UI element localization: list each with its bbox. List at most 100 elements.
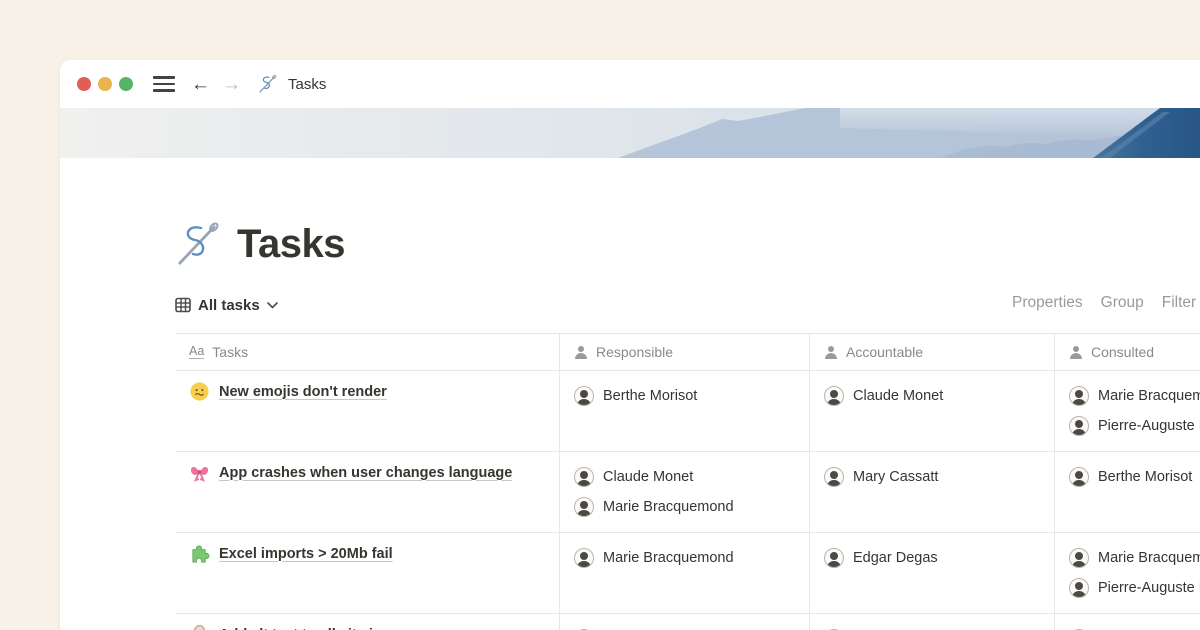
task-cell: Excel imports > 20Mb fail [175,533,560,613]
column-label: Accountable [846,344,923,360]
task-page-link[interactable]: App crashes when user changes language [189,462,551,483]
accountable-cell[interactable]: Mary Cassatt [810,452,1055,532]
minimize-window-icon[interactable] [98,77,112,91]
avatar [1069,578,1089,598]
person-chip[interactable]: Pierre-Auguste Renoir [1069,411,1200,441]
consulted-cell[interactable]: Berthe Morisot [1055,614,1200,630]
consulted-cell[interactable]: Marie Bracquemond Pierre-Auguste Renoir [1055,371,1200,451]
person-chip[interactable]: Mary Cassatt [824,462,1046,492]
responsible-cell[interactable]: Pierre-Auguste Renoir [560,614,810,630]
person-name: Pierre-Auguste Renoir [1098,580,1200,596]
consulted-cell[interactable]: Marie Bracquemond Pierre-Auguste Renoir [1055,533,1200,613]
table-row: Excel imports > 20Mb fail Marie Bracquem… [175,533,1200,614]
avatar [574,548,594,568]
page-cover-image[interactable] [60,108,1200,158]
text-property-icon: Aa [189,345,204,360]
column-header-consulted[interactable]: Consulted [1055,334,1200,370]
person-name: Marie Bracquemond [1098,550,1200,566]
person-name: Marie Bracquemond [603,499,734,515]
person-chip[interactable]: Marie Bracquemond [574,543,801,573]
person-chip[interactable]: Marie Bracquemond [1069,543,1200,573]
page-header: Tasks [175,220,1200,268]
tab-title[interactable]: Tasks [288,76,326,93]
app-window: ← → Tasks [60,60,1200,630]
responsible-cell[interactable]: Berthe Morisot [560,371,810,451]
avatar [574,497,594,517]
responsible-cell[interactable]: Marie Bracquemond [560,533,810,613]
person-name: Marie Bracquemond [603,550,734,566]
column-header-responsible[interactable]: Responsible [560,334,810,370]
table-header-row: Aa Tasks Responsible Accountable Consult… [175,333,1200,371]
column-label: Consulted [1091,344,1154,360]
task-title: New emojis don't render [219,384,387,400]
task-page-link[interactable]: Excel imports > 20Mb fail [189,543,551,564]
zoom-window-icon[interactable] [119,77,133,91]
view-bar: All tasks Properties Group Filter [175,290,1200,320]
avatar [1069,416,1089,436]
column-header-accountable[interactable]: Accountable [810,334,1055,370]
person-property-icon [574,346,588,359]
view-switcher[interactable]: All tasks [175,297,278,314]
filter-button[interactable]: Filter [1162,294,1196,312]
avatar [1069,467,1089,487]
table-row: App crashes when user changes language C… [175,452,1200,533]
mirror-emoji [189,624,210,630]
person-chip[interactable]: Edgar Degas [824,543,1046,573]
task-cell: New emojis don't render [175,371,560,451]
person-chip[interactable]: Pierre-Auguste Renoir [1069,573,1200,603]
person-chip[interactable]: Marie Bracquemond [1069,381,1200,411]
page-content: Tasks All tasks Properties Group [60,220,1200,630]
avatar [574,467,594,487]
forward-arrow-icon[interactable]: → [222,75,241,94]
accountable-cell[interactable]: Claude Monet [810,371,1055,451]
task-title: Excel imports > 20Mb fail [219,546,393,562]
person-property-icon [1069,346,1083,359]
person-property-icon [824,346,838,359]
avatar [824,386,844,406]
person-chip[interactable]: Marie Bracquemond [574,492,801,522]
back-arrow-icon[interactable]: ← [191,75,210,94]
column-header-tasks[interactable]: Aa Tasks [175,334,560,370]
column-label: Tasks [212,344,248,360]
melting-face-emoji [189,381,210,402]
table-row: New emojis don't render Berthe Morisot C… [175,371,1200,452]
person-chip[interactable]: Marie Bracquemond [824,624,1046,630]
table-row: Add alt text to all site images Pierre-A… [175,614,1200,630]
properties-button[interactable]: Properties [1012,294,1083,312]
needle-icon[interactable] [175,220,223,268]
person-chip[interactable]: Claude Monet [824,381,1046,411]
accountable-cell[interactable]: Edgar Degas [810,533,1055,613]
person-chip[interactable]: Berthe Morisot [574,381,801,411]
avatar [824,467,844,487]
avatar [574,386,594,406]
person-name: Marie Bracquemond [1098,388,1200,404]
person-chip[interactable]: Pierre-Auguste Renoir [574,624,801,630]
ribbon-bow-emoji [189,462,210,483]
responsible-cell[interactable]: Claude Monet Marie Bracquemond [560,452,810,532]
avatar [1069,386,1089,406]
page-title[interactable]: Tasks [237,222,345,267]
sidebar-menu-icon[interactable] [153,76,175,92]
person-chip[interactable]: Berthe Morisot [1069,624,1200,630]
task-page-link[interactable]: Add alt text to all site images [189,624,551,630]
current-view-name: All tasks [198,297,260,314]
group-button[interactable]: Group [1101,294,1144,312]
task-page-link[interactable]: New emojis don't render [189,381,551,402]
tasks-table: Aa Tasks Responsible Accountable Consult… [175,333,1200,630]
puzzle-piece-emoji [189,543,210,564]
table-view-icon [175,297,191,313]
person-name: Edgar Degas [853,550,938,566]
person-name: Claude Monet [853,388,943,404]
needle-icon [258,74,278,94]
chevron-down-icon [267,302,278,309]
close-window-icon[interactable] [77,77,91,91]
person-chip[interactable]: Berthe Morisot [1069,462,1200,492]
task-cell: App crashes when user changes language [175,452,560,532]
view-actions: Properties Group Filter [1012,294,1196,312]
avatar [1069,548,1089,568]
avatar [824,548,844,568]
accountable-cell[interactable]: Marie Bracquemond [810,614,1055,630]
task-title: App crashes when user changes language [219,465,512,481]
person-chip[interactable]: Claude Monet [574,462,801,492]
consulted-cell[interactable]: Berthe Morisot [1055,452,1200,532]
